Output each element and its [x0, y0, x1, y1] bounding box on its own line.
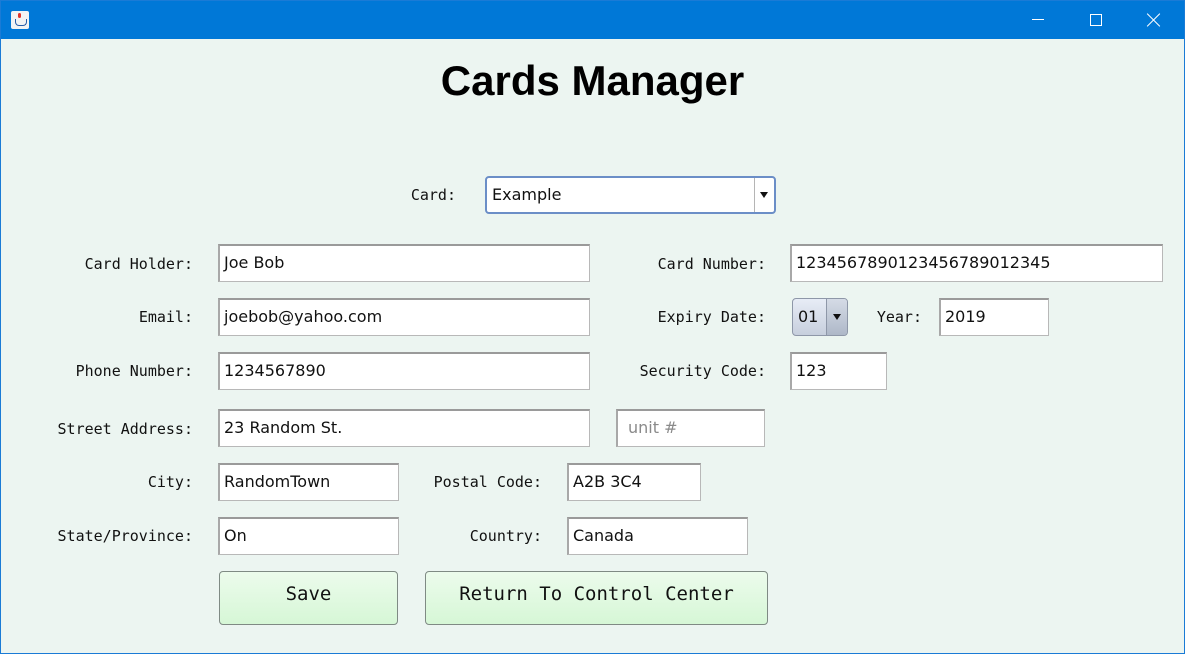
year-label: Year:: [876, 308, 922, 326]
expiry-month-value: 01: [798, 307, 819, 326]
page-title: Cards Manager: [440, 57, 745, 104]
street-address-input[interactable]: 23 Random St.: [218, 409, 590, 447]
postal-code-label: Postal Code:: [433, 473, 542, 491]
maximize-button[interactable]: [1067, 1, 1125, 39]
postal-code-input[interactable]: A2B 3C4: [567, 463, 701, 501]
card-holder-label: Card Holder:: [84, 255, 193, 273]
java-app-icon: [11, 11, 29, 29]
state-province-input[interactable]: On: [218, 517, 399, 555]
card-label: Card:: [410, 186, 456, 204]
card-holder-input[interactable]: Joe Bob: [218, 244, 590, 282]
minimize-button[interactable]: [1009, 1, 1067, 39]
save-button[interactable]: Save: [219, 571, 398, 625]
card-number-label: Card Number:: [657, 255, 766, 273]
city-input[interactable]: RandomTown: [218, 463, 399, 501]
app-window: Cards Manager Card: Example Card Holder:…: [0, 0, 1185, 654]
unit-input[interactable]: unit #: [616, 409, 765, 447]
year-input[interactable]: 2019: [939, 298, 1049, 336]
email-label: Email:: [138, 308, 193, 326]
expiry-month-select[interactable]: 01: [792, 298, 848, 336]
email-input[interactable]: joebob@yahoo.com: [218, 298, 590, 336]
security-code-label: Security Code:: [639, 362, 766, 380]
phone-number-input[interactable]: 1234567890: [218, 352, 590, 390]
maximize-icon: [1090, 14, 1102, 26]
phone-number-label: Phone Number:: [75, 362, 193, 380]
close-button[interactable]: [1125, 1, 1183, 39]
country-input[interactable]: Canada: [567, 517, 748, 555]
city-label: City:: [147, 473, 193, 491]
country-label: Country:: [469, 527, 542, 545]
return-to-control-center-button[interactable]: Return To Control Center: [425, 571, 768, 625]
expiry-date-label: Expiry Date:: [657, 308, 766, 326]
title-bar[interactable]: [1, 1, 1184, 39]
minimize-icon: [1032, 19, 1044, 20]
card-select-dropdown-button[interactable]: [754, 178, 774, 212]
state-province-label: State/Province:: [57, 527, 193, 545]
street-address-label: Street Address:: [57, 420, 193, 438]
chevron-down-icon: [833, 314, 841, 320]
chevron-down-icon: [760, 192, 768, 198]
security-code-input[interactable]: 123: [790, 352, 887, 390]
close-icon: [1147, 13, 1161, 27]
card-select[interactable]: Example: [485, 176, 776, 214]
expiry-month-dropdown-button[interactable]: [826, 299, 847, 335]
card-select-value: Example: [492, 185, 562, 204]
card-number-input[interactable]: 1234567890123456789012345: [790, 244, 1163, 282]
